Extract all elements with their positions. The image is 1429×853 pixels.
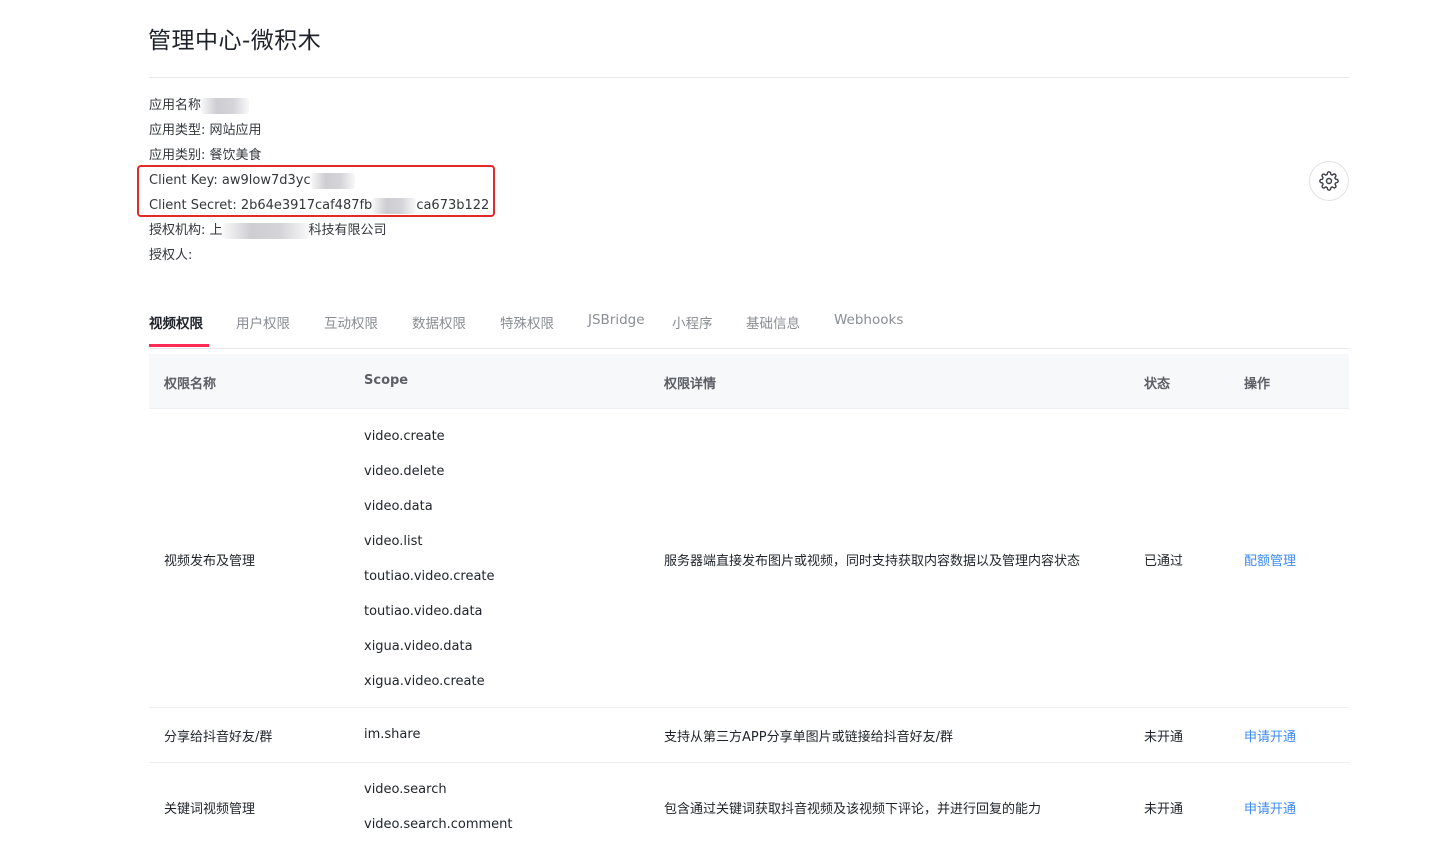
apply-activate-link[interactable]: 申请开通 [1244,798,1296,817]
authorizer-row: 授权人: [149,245,489,270]
gear-icon [1319,171,1339,191]
app-name-row: 应用名称 [149,95,489,120]
permission-name: 关键词视频管理 [164,802,256,817]
apply-activate-link[interactable]: 申请开通 [1244,726,1296,745]
org-row: 授权机构: 上 科技有限公司 [149,220,489,245]
tab-video-permissions[interactable]: 视频权限 [149,312,203,332]
tab-special-permissions[interactable]: 特殊权限 [500,312,554,332]
app-type-label: 应用类型: 网站应用 [149,123,262,138]
settings-button[interactable] [1309,161,1349,201]
table-row: 视频发布及管理 video.create video.delete video.… [149,409,1349,708]
permission-name: 分享给抖音好友/群 [164,730,273,745]
tab-data-permissions[interactable]: 数据权限 [412,312,466,332]
app-category-label: 应用类别: 餐饮美食 [149,148,262,163]
header-permission-name: 权限名称 [164,377,217,392]
permission-status: 已通过 [1144,554,1184,569]
app-name-label: 应用名称 [149,98,202,113]
tab-webhooks[interactable]: Webhooks [834,312,903,328]
header-scope: Scope [364,373,409,388]
scope-item: toutiao.video.data [364,604,483,619]
tab-basic-info[interactable]: 基础信息 [746,312,800,332]
tab-jsbridge[interactable]: JSBridge [588,312,645,328]
scope-item: im.share [364,727,421,742]
permission-detail: 支持从第三方APP分享单图片或链接给抖音好友/群 [664,730,953,745]
header-permission-detail: 权限详情 [664,377,717,392]
credentials-highlight-box [137,165,495,217]
table-row: 关键词视频管理 video.search video.search.commen… [149,763,1349,853]
permission-tabs: 视频权限 用户权限 互动权限 数据权限 特殊权限 JSBridge 小程序 基础… [149,296,1349,349]
header-status: 状态 [1144,377,1171,392]
page-title: 管理中心-微积木 [148,28,322,55]
permission-status: 未开通 [1144,802,1184,817]
permission-detail: 服务器端直接发布图片或视频，同时支持获取内容数据以及管理内容状态 [664,554,1081,569]
tab-mini-program[interactable]: 小程序 [672,312,713,332]
tab-user-permissions[interactable]: 用户权限 [236,312,290,332]
table-row: 分享给抖音好友/群 im.share 支持从第三方APP分享单图片或链接给抖音好… [149,708,1349,763]
scope-list: video.create video.delete video.data vid… [364,419,495,699]
scope-list: im.share [364,717,420,752]
authorizer-label: 授权人: [149,248,193,263]
scope-item: video.data [364,499,433,514]
scope-item: toutiao.video.create [364,569,495,584]
quota-management-link[interactable]: 配额管理 [1244,550,1296,569]
redacted-org-name [222,222,309,239]
scope-item: video.delete [364,464,445,479]
permission-detail: 包含通过关键词获取抖音视频及该视频下评论，并进行回复的能力 [664,802,1042,817]
org-prefix: 授权机构: 上 [149,223,223,238]
permission-name: 视频发布及管理 [164,554,256,569]
tab-interaction-permissions[interactable]: 互动权限 [324,312,378,332]
permissions-table: 权限名称 Scope 权限详情 状态 操作 视频发布及管理 video.crea… [149,354,1349,853]
scope-item: xigua.video.create [364,674,485,689]
scope-item: xigua.video.data [364,639,473,654]
active-tab-indicator [149,344,209,347]
org-suffix: 科技有限公司 [308,223,387,238]
scope-item: video.search [364,782,447,797]
permission-status: 未开通 [1144,730,1184,745]
header-action: 操作 [1244,377,1271,392]
scope-item: video.create [364,429,445,444]
scope-item: video.search.comment [364,817,513,832]
redacted-app-name [201,97,250,114]
title-divider [149,77,1349,78]
table-header: 权限名称 Scope 权限详情 状态 操作 [149,354,1349,409]
scope-list: video.search video.search.comment [364,772,513,842]
app-type-row: 应用类型: 网站应用 [149,120,489,145]
scope-item: video.list [364,534,423,549]
